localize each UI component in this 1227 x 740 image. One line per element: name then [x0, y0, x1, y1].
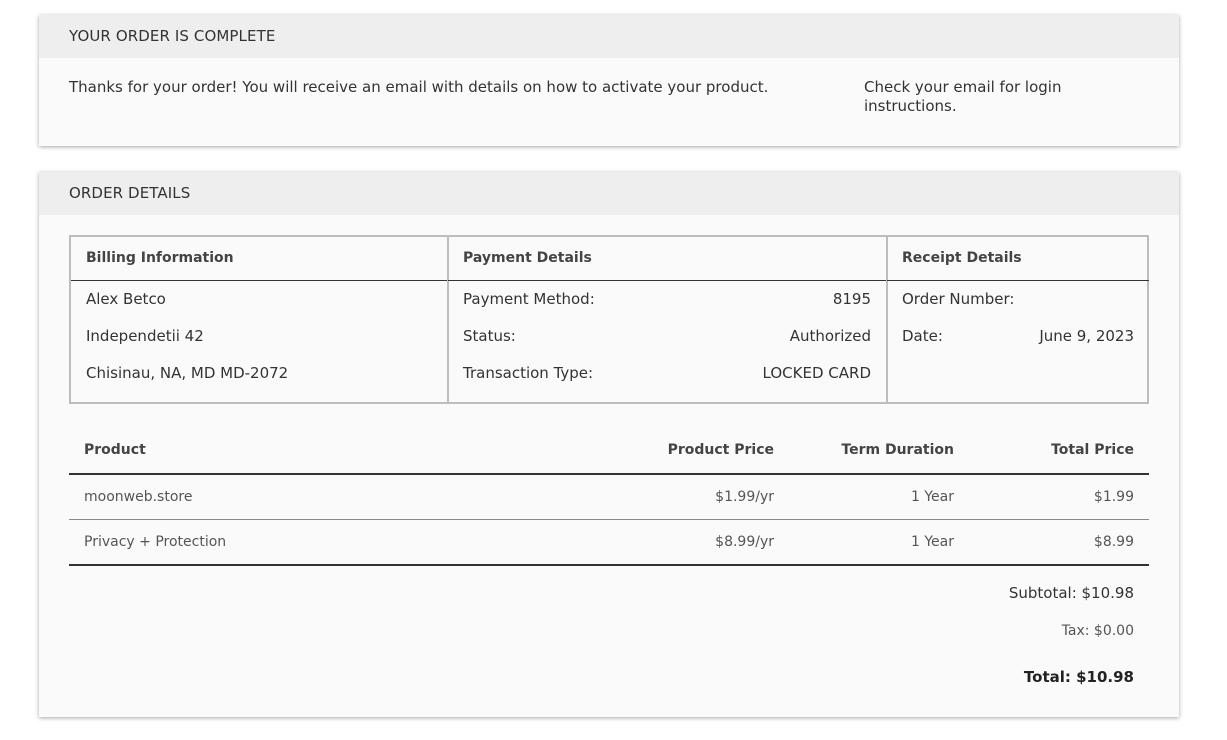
row-product: Privacy + Protection: [84, 534, 227, 550]
order-complete-title: YOUR ORDER IS COMPLETE: [39, 15, 1179, 58]
payment-method-value: 8195: [832, 290, 871, 308]
billing-street: Independetii 42: [86, 327, 204, 345]
billing-street-row: Independetii 42: [71, 319, 447, 356]
receipt-column: Receipt Details Order Number: Date: June…: [887, 237, 1149, 402]
row-product-price: $1.99/yr: [715, 489, 774, 505]
row-product: moonweb.store: [84, 489, 193, 505]
billing-column: Billing Information Alex Betco Independe…: [71, 237, 449, 402]
row-product-price: $8.99/yr: [715, 534, 774, 550]
table-row: Privacy + Protection $8.99/yr 1 Year $8.…: [69, 520, 1149, 566]
header-total-price: Total Price: [1051, 442, 1134, 458]
header-term-duration: Term Duration: [841, 442, 954, 458]
billing-name-row: Alex Betco: [71, 282, 447, 319]
tax: Tax: $0.00: [1061, 623, 1134, 639]
order-info-grid: Billing Information Alex Betco Independe…: [69, 235, 1149, 404]
table-row: moonweb.store $1.99/yr 1 Year $1.99: [69, 475, 1149, 520]
row-term-duration: 1 Year: [911, 534, 954, 550]
order-date-label: Date:: [902, 327, 943, 345]
header-product: Product: [84, 442, 146, 458]
subtotal: Subtotal: $10.98: [1008, 584, 1134, 602]
receipt-heading: Receipt Details: [887, 237, 1149, 281]
order-date-value: June 9, 2023: [1039, 327, 1134, 345]
order-date-row: Date: June 9, 2023: [887, 319, 1149, 356]
payment-status-label: Status:: [463, 327, 516, 345]
order-number-row: Order Number:: [887, 282, 1149, 319]
grand-total: Total: $10.98: [1023, 668, 1134, 686]
billing-name: Alex Betco: [86, 290, 166, 308]
order-details-title: ORDER DETAILS: [39, 172, 1179, 215]
product-table-header: Product Product Price Term Duration Tota…: [69, 427, 1149, 475]
payment-status-row: Status: Authorized: [448, 319, 886, 356]
billing-city-row: Chisinau, NA, MD MD-2072: [71, 356, 447, 393]
check-email-message: Check your email for login instructions.: [864, 78, 1062, 115]
billing-city: Chisinau, NA, MD MD-2072: [86, 364, 289, 382]
transaction-type-row: Transaction Type: LOCKED CARD: [448, 356, 886, 393]
transaction-type-value: LOCKED CARD: [762, 364, 871, 382]
thanks-message: Thanks for your order! You will receive …: [69, 78, 769, 96]
payment-heading: Payment Details: [448, 237, 886, 281]
header-product-price: Product Price: [667, 442, 774, 458]
product-table: Product Product Price Term Duration Tota…: [69, 427, 1149, 566]
payment-method-row: Payment Method: 8195: [448, 282, 886, 319]
order-number-label: Order Number:: [902, 290, 1015, 308]
payment-method-label: Payment Method:: [463, 290, 595, 308]
order-details-card: ORDER DETAILS Billing Information Alex B…: [39, 172, 1179, 717]
row-total-price: $8.99: [1093, 534, 1134, 550]
order-complete-card: YOUR ORDER IS COMPLETE Thanks for your o…: [39, 15, 1179, 146]
row-term-duration: 1 Year: [911, 489, 954, 505]
payment-column: Payment Details Payment Method: 8195 Sta…: [448, 237, 888, 402]
payment-status-value: Authorized: [789, 327, 871, 345]
row-total-price: $1.99: [1093, 489, 1134, 505]
billing-heading: Billing Information: [71, 237, 447, 281]
transaction-type-label: Transaction Type:: [463, 364, 594, 382]
